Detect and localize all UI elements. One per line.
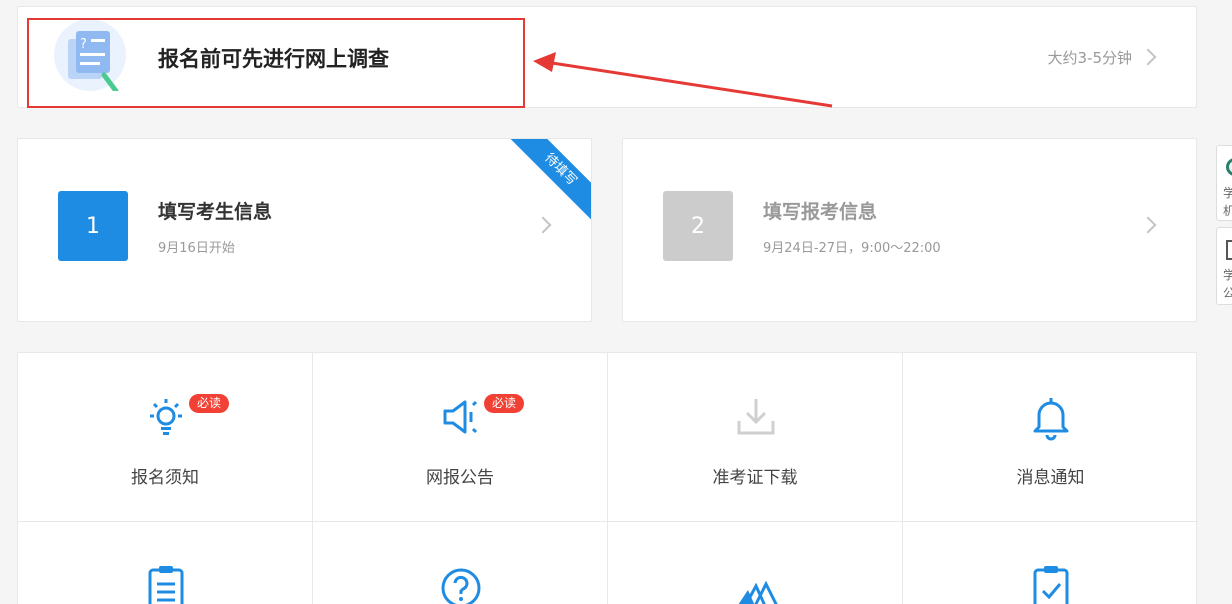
side-widget-label: 公 [1223,284,1232,302]
chevron-right-icon [534,216,552,234]
menu-item-help[interactable] [313,522,608,604]
svg-text:?: ? [80,37,87,52]
survey-document-icon: ? [54,19,126,94]
tickets-icon [738,580,778,604]
menu-item-clipboard[interactable] [18,522,313,604]
step-title: 填写考生信息 [158,201,273,223]
survey-title: 报名前可先进行网上调查 [158,47,389,71]
step-card-student-info[interactable]: 1 填写考生信息 9月16日开始 待填写 [17,138,592,322]
side-widget-label: 机 [1223,202,1232,220]
menu-item-tickets[interactable] [608,522,903,604]
megaphone-icon [443,400,478,434]
bell-icon [1033,398,1069,441]
menu-item-notifications[interactable]: 消息通知 [903,353,1198,522]
chevron-right-icon [1139,48,1157,66]
avatar-icon [1226,158,1232,176]
step-card-exam-info[interactable]: 2 填写报考信息 9月24日-27日，9:00～22:00 [622,138,1197,322]
menu-item-registration-notice[interactable]: 必读 报名须知 [18,353,313,522]
status-ribbon: 待填写 [504,139,591,226]
question-icon [441,568,481,604]
survey-duration: 大约3-5分钟 [1047,49,1133,67]
survey-banner[interactable]: ? 报名前可先进行网上调查 大约3-5分钟 [17,6,1197,108]
step-date: 9月24日-27日，9:00～22:00 [763,241,941,256]
menu-item-announcements[interactable]: 必读 网报公告 [313,353,608,522]
menu-item-admission-ticket[interactable]: 准考证下载 [608,353,903,522]
menu-item-label: 准考证下载 [712,468,798,488]
menu-item-label: 网报公告 [426,468,494,488]
menu-item-label: 消息通知 [1016,468,1085,488]
clipboard-icon [148,566,184,604]
step-number: 2 [663,191,733,261]
side-widget-label: 学 [1223,266,1232,284]
step-number: 1 [58,191,128,261]
function-grid: 必读 报名须知 必读 网报公告 准考证下载 消息通知 [17,352,1198,604]
menu-item-checklist[interactable] [903,522,1198,604]
must-read-badge: 必读 [189,394,230,413]
step-date: 9月16日开始 [158,241,235,256]
must-read-badge: 必读 [484,394,525,413]
download-icon [737,399,775,435]
step-title: 填写报考信息 [763,201,878,223]
side-widget-1[interactable]: 学 机 [1216,145,1232,221]
qr-code-icon [1226,240,1232,260]
checklist-icon [1033,566,1069,604]
chevron-right-icon [1139,216,1157,234]
menu-item-label: 报名须知 [131,468,199,488]
side-widget-2[interactable]: 学 公 [1216,227,1232,305]
side-widget-label: 学 [1223,184,1232,202]
lightbulb-icon [150,399,182,435]
